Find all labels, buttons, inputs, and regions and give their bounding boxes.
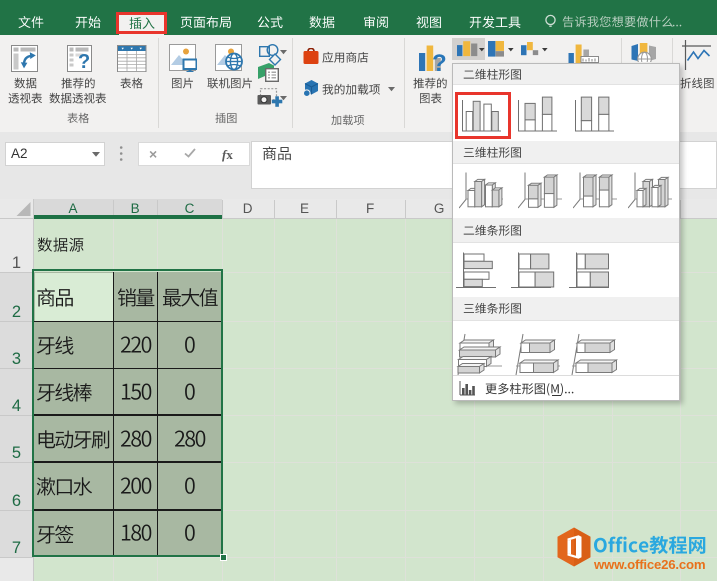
svg-text:?: ? <box>78 51 90 72</box>
